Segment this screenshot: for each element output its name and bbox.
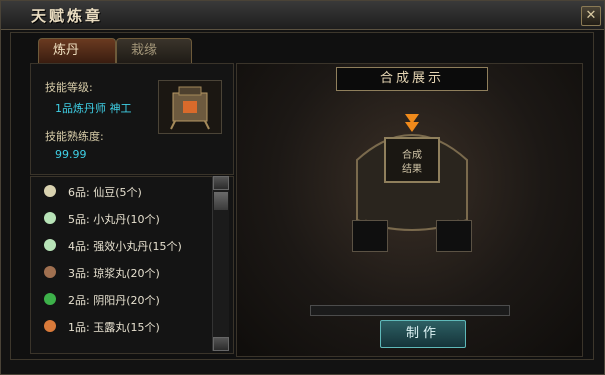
- list-item[interactable]: 2品: 阴阳丹(20个): [40, 288, 205, 312]
- scroll-down-button[interactable]: [213, 337, 229, 351]
- make-button[interactable]: 制作: [380, 320, 466, 348]
- result-text-2: 结果: [402, 162, 422, 175]
- skill-level-value: 1品炼丹师 神工: [55, 102, 132, 115]
- close-button[interactable]: ✕: [581, 6, 601, 26]
- list-item[interactable]: 6品: 仙豆(5个): [40, 180, 205, 204]
- skill-proficiency-value: 99.99: [55, 148, 87, 161]
- titlebar: 天赋炼章 ✕: [1, 1, 604, 30]
- recipe-label: 1品: 玉露丸(15个): [68, 321, 160, 334]
- recipe-label: 4品: 强效小丸丹(15个): [68, 240, 182, 253]
- skill-proficiency-label: 技能熟练度:: [45, 130, 104, 143]
- alchemy-furnace-icon: [158, 80, 222, 134]
- potion-icon: [44, 212, 56, 224]
- potion-icon: [44, 239, 56, 251]
- pill-icon: [44, 266, 56, 278]
- skill-level-label: 技能等级:: [45, 81, 93, 94]
- list-item[interactable]: 3品: 琼浆丸(20个): [40, 261, 205, 285]
- bean-icon: [44, 185, 56, 197]
- ingredient-slot-left[interactable]: [352, 220, 388, 252]
- showcase-title: 合成展示: [336, 67, 488, 91]
- pill-icon: [44, 320, 56, 332]
- result-text-1: 合成: [402, 148, 422, 161]
- ingredient-slot-right[interactable]: [436, 220, 472, 252]
- list-item[interactable]: 5品: 小丸丹(10个): [40, 207, 205, 231]
- recipe-label: 6品: 仙豆(5个): [68, 186, 142, 199]
- recipe-scrollbar[interactable]: [212, 176, 229, 351]
- window-title: 天赋炼章: [31, 7, 104, 25]
- list-item[interactable]: 1品: 玉露丸(15个): [40, 315, 205, 339]
- pill-icon: [44, 293, 56, 305]
- scroll-thumb[interactable]: [214, 192, 228, 210]
- list-item[interactable]: 4品: 强效小丸丹(15个): [40, 234, 205, 258]
- recipe-label: 5品: 小丸丹(10个): [68, 213, 160, 226]
- tab-alchemy[interactable]: 炼丹: [38, 38, 116, 63]
- recipe-label: 3品: 琼浆丸(20个): [68, 267, 160, 280]
- scroll-up-button[interactable]: [213, 176, 229, 190]
- recipe-label: 2品: 阴阳丹(20个): [68, 294, 160, 307]
- tab-cultivation[interactable]: 栽缘: [116, 38, 192, 63]
- progress-bar: [310, 305, 510, 316]
